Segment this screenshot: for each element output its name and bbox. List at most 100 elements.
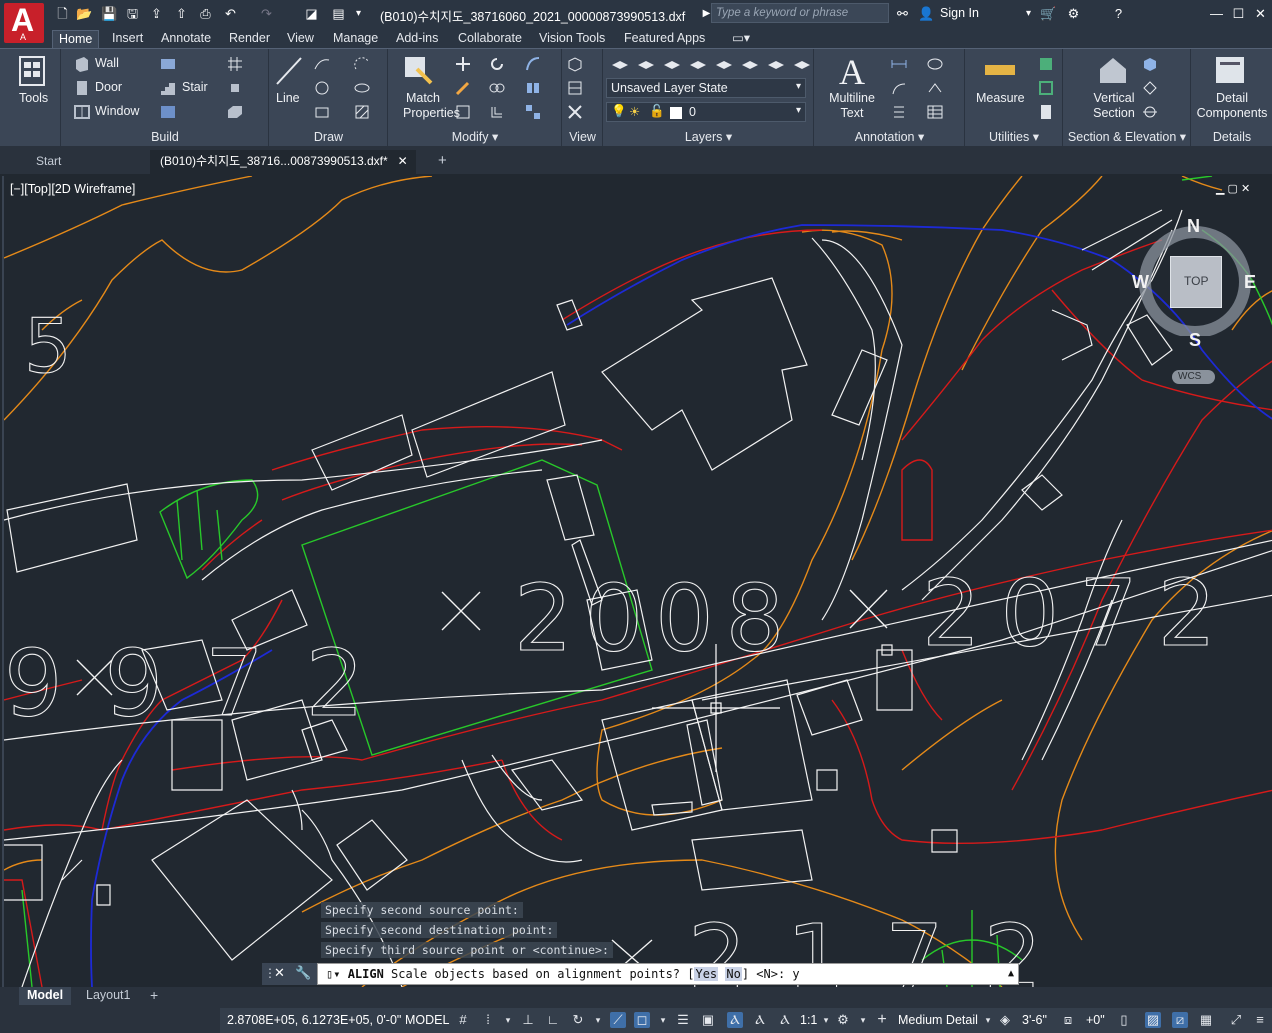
vertical-section-button[interactable]: Vertical Section: [1084, 91, 1144, 121]
elevation-icon[interactable]: [1142, 56, 1158, 72]
draw-panel-title[interactable]: Draw: [270, 130, 387, 144]
command-input[interactable]: ▯▾ ALIGN Scale objects based on alignmen…: [317, 963, 1019, 985]
dimension-icon[interactable]: [891, 56, 907, 72]
minimize-icon[interactable]: —: [1208, 5, 1225, 22]
utilities-panel-title[interactable]: Utilities ▾: [966, 129, 1062, 144]
elevation-offset[interactable]: +0": [1086, 1013, 1105, 1027]
user-icon[interactable]: 👤: [918, 5, 935, 22]
circle-icon[interactable]: [314, 80, 330, 96]
modify-panel-title[interactable]: Modify ▾: [389, 129, 561, 144]
qat-dropdown-icon[interactable]: ▾: [350, 5, 367, 22]
rectangle-icon[interactable]: [314, 104, 330, 120]
workspace-icon[interactable]: ◪: [303, 5, 320, 22]
search-input[interactable]: Type a keyword or phrase: [711, 3, 889, 23]
match-properties-icon[interactable]: [403, 55, 435, 87]
wrench-icon[interactable]: 🔧: [295, 965, 311, 981]
measure-icon[interactable]: [984, 63, 1016, 77]
revision-cloud-icon[interactable]: [927, 56, 943, 72]
viewcube[interactable]: TOP N S E W: [1132, 216, 1256, 350]
tab-add-ins[interactable]: Add-ins: [390, 30, 444, 48]
curtain-wall-icon[interactable]: [160, 104, 176, 120]
drawing-viewport[interactable]: 5 2008 2072 9972 2172 [−][Top][2D Wirefr…: [2, 176, 1272, 987]
surface-hatch-icon[interactable]: ⧈: [1060, 1012, 1076, 1028]
map-drawing[interactable]: 5 2008 2072 9972 2172: [4, 176, 1272, 987]
tab-vision-tools[interactable]: Vision Tools: [533, 30, 611, 48]
stretch-icon[interactable]: [455, 104, 471, 120]
wall-button[interactable]: Wall: [95, 56, 119, 70]
arc-icon[interactable]: [354, 56, 370, 72]
line-icon[interactable]: [274, 55, 304, 87]
snap-mode-icon[interactable]: ⁞: [480, 1012, 496, 1028]
move-icon[interactable]: [455, 56, 471, 72]
select-similar-icon[interactable]: [1038, 80, 1054, 96]
share-icon[interactable]: ⇧: [173, 5, 190, 22]
erase-icon[interactable]: [455, 80, 471, 96]
offset-icon[interactable]: [489, 104, 505, 120]
isolate-objects-icon[interactable]: ▯: [1116, 1012, 1132, 1028]
section-mark-icon[interactable]: [1142, 80, 1158, 96]
help-icon[interactable]: ?: [1110, 5, 1127, 22]
hardware-acceleration-icon[interactable]: ▨: [1145, 1012, 1161, 1028]
infer-constraints-icon[interactable]: ⊥: [520, 1012, 536, 1028]
publish-icon[interactable]: ⇪: [148, 5, 165, 22]
navigation-icon[interactable]: [567, 104, 583, 120]
snap-dropdown-icon[interactable]: ▾: [500, 1012, 516, 1028]
annotation-visibility-icon[interactable]: Ⲁ: [727, 1012, 743, 1028]
section-panel-title[interactable]: Section & Elevation ▾: [1064, 129, 1190, 144]
open-icon[interactable]: 📂: [76, 5, 93, 22]
auto-scale-icon[interactable]: Ⲁ: [752, 1012, 768, 1028]
clean-screen-layers-icon[interactable]: ⧄: [1172, 1012, 1188, 1028]
isometric-drafting-icon[interactable]: ⟋: [610, 1012, 626, 1028]
viewcube-south[interactable]: S: [1189, 330, 1201, 351]
undo-icon[interactable]: ↶: [222, 5, 239, 22]
multiline-text-button[interactable]: Multiline Text: [827, 91, 877, 121]
details-panel-title[interactable]: Details: [1192, 130, 1272, 144]
layer-state-dropdown[interactable]: Unsaved Layer State ▾: [606, 78, 806, 98]
schedule-icon[interactable]: [927, 104, 943, 120]
tab-collaborate[interactable]: Collaborate: [452, 30, 528, 48]
trim-icon[interactable]: [525, 56, 541, 72]
multiline-text-icon[interactable]: A: [839, 51, 865, 93]
measure-button[interactable]: Measure: [976, 91, 1025, 105]
viewport-window-controls-icon[interactable]: ▁ ▢ ✕: [1216, 182, 1250, 195]
column-icon[interactable]: [227, 80, 243, 96]
table-tool-icon[interactable]: [891, 104, 907, 120]
tab-current-drawing[interactable]: (B010)수치지도_38716...00873990513.dxf* ✕: [150, 150, 416, 174]
new-icon[interactable]: 🗋: [54, 5, 71, 22]
customize-menu-icon[interactable]: ≡: [1252, 1012, 1268, 1028]
vertical-section-icon[interactable]: [1098, 55, 1128, 87]
wall-icon[interactable]: [74, 56, 90, 72]
transparency-icon[interactable]: ▣: [700, 1012, 716, 1028]
tab-layout1[interactable]: Layout1: [78, 987, 138, 1005]
copy-icon[interactable]: [489, 80, 505, 96]
hatch-icon[interactable]: [354, 104, 370, 120]
view-panel-title[interactable]: View: [563, 130, 602, 144]
workspace-gear-icon[interactable]: ⚙: [835, 1012, 851, 1028]
polar-tracking-icon[interactable]: ↻: [570, 1012, 586, 1028]
array-icon[interactable]: [525, 104, 541, 120]
stair-button[interactable]: Stair: [182, 80, 208, 94]
save-as-icon[interactable]: 🖫: [124, 5, 141, 22]
layers-panel-title[interactable]: Layers ▾: [604, 129, 813, 144]
detail-components-button[interactable]: Detail Components: [1196, 91, 1268, 121]
tab-view[interactable]: View: [281, 30, 320, 48]
osnap-dropdown-icon[interactable]: ▾: [655, 1012, 671, 1028]
close-icon[interactable]: ✕: [274, 965, 285, 981]
tab-manage[interactable]: Manage: [327, 30, 384, 48]
object-snap-tracking-icon[interactable]: ◻: [634, 1012, 650, 1028]
maximize-icon[interactable]: ☐: [1230, 5, 1247, 22]
line-button[interactable]: Line: [276, 91, 300, 105]
crosshair-plus-icon[interactable]: +: [874, 1012, 890, 1028]
scale-dropdown-icon[interactable]: ▾: [818, 1012, 834, 1028]
window-icon[interactable]: [74, 104, 90, 120]
mirror-icon[interactable]: [525, 80, 541, 96]
tools-label[interactable]: Tools: [19, 91, 48, 105]
polar-dropdown-icon[interactable]: ▾: [590, 1012, 606, 1028]
sign-in-dropdown-icon[interactable]: ▾: [1020, 5, 1037, 22]
autodesk-app-icon[interactable]: ⚙: [1065, 5, 1082, 22]
binoculars-icon[interactable]: ⚯: [894, 5, 911, 22]
close-icon[interactable]: ✕: [1252, 5, 1269, 22]
door-button[interactable]: Door: [95, 80, 122, 94]
cart-icon[interactable]: 🛒: [1040, 5, 1057, 22]
stair-icon[interactable]: [160, 80, 176, 96]
